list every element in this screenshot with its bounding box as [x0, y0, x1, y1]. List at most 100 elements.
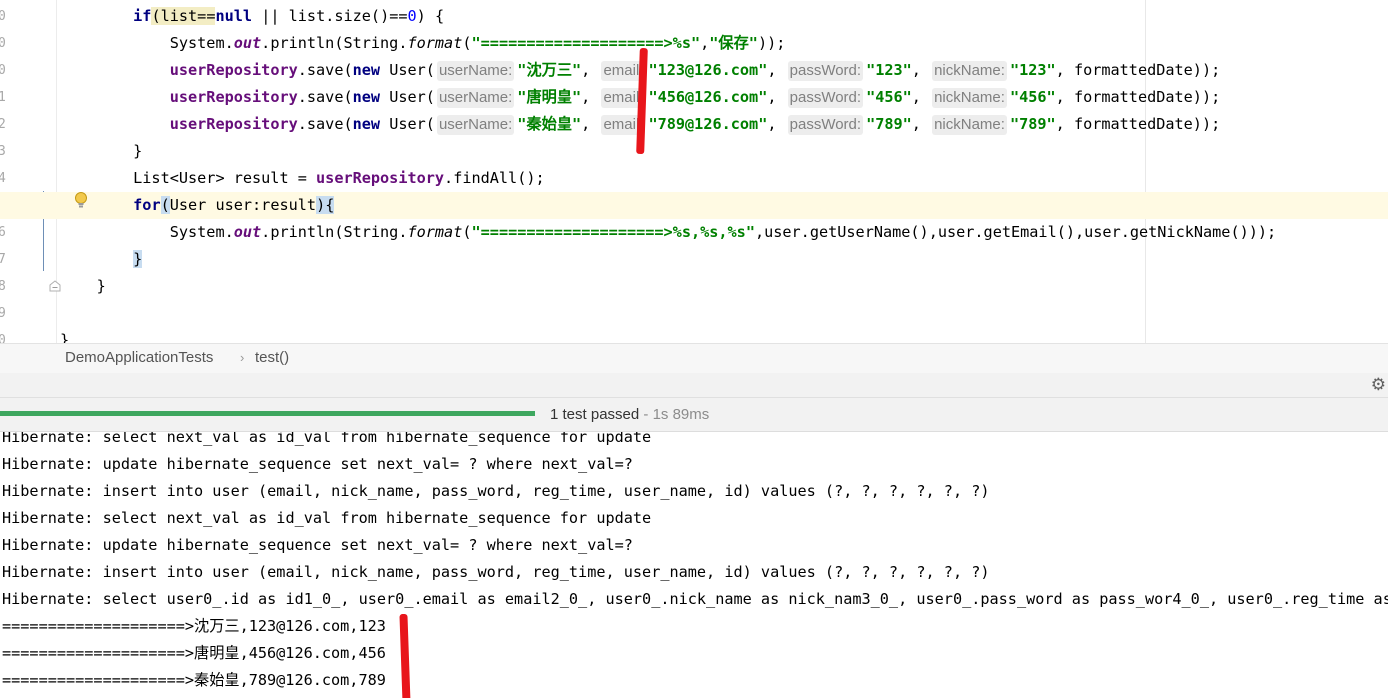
code-token: "秦始皇": [517, 115, 582, 133]
code-token: System.: [60, 223, 234, 241]
code-token: "123": [866, 61, 912, 79]
code-token: "保存": [709, 34, 758, 52]
lightbulb-icon[interactable]: [74, 191, 88, 209]
console-output[interactable]: Hibernate: select next_val as id_val fro…: [0, 432, 1388, 698]
code-token: }: [133, 250, 143, 268]
code-token: 0: [407, 7, 417, 25]
code-token: list==: [160, 7, 216, 25]
code-token: "沈万三": [517, 61, 582, 79]
code-token: System.: [60, 34, 234, 52]
code-token: "====================>%s": [471, 34, 701, 52]
code-line[interactable]: System.out.println(String.format("======…: [0, 219, 1388, 246]
code-token: "123": [1009, 61, 1056, 79]
code-token: "789": [866, 115, 912, 133]
code-token: if: [133, 7, 152, 25]
code-token: List<User> result =: [60, 169, 317, 187]
code-token: userRepository: [169, 115, 298, 133]
parameter-hint: userName:: [436, 61, 515, 81]
console-line: Hibernate: insert into user (email, nick…: [2, 563, 990, 581]
code-token: (: [151, 7, 161, 25]
code-line-text: for(User user:result){: [60, 192, 335, 219]
console-line: Hibernate: select next_val as id_val fro…: [2, 432, 652, 446]
breadcrumb-method[interactable]: test(): [255, 344, 289, 372]
breadcrumb-separator: ›: [240, 350, 245, 365]
run-toolbar: ⚙: [0, 373, 1388, 398]
code-token: "456": [1009, 88, 1056, 106]
console-line: Hibernate: select user0_.id as id1_0_, u…: [2, 590, 1388, 608]
code-line[interactable]: System.out.println(String.format("======…: [0, 30, 1388, 57]
code-line[interactable]: for(User user:result){: [0, 192, 1388, 219]
breadcrumb: DemoApplicationTests › test(): [0, 343, 1388, 374]
code-token: }: [60, 142, 143, 160]
code-token: {: [325, 196, 335, 214]
code-token: ,: [911, 88, 931, 106]
code-token: null: [215, 7, 253, 25]
code-token: ): [316, 196, 326, 214]
code-line[interactable]: userRepository.save(new User(userName: "唐…: [0, 84, 1388, 111]
code-token: ,: [581, 61, 600, 79]
test-status: 1 test passed - 1s 89ms: [550, 398, 709, 431]
code-token: format: [407, 34, 463, 52]
code-line-text: }: [60, 327, 69, 343]
test-duration: - 1s 89ms: [639, 406, 710, 423]
code-token: ));: [757, 34, 786, 52]
code-token: "====================>%s,%s,%s": [471, 223, 755, 241]
code-token: out: [233, 223, 262, 241]
console-line: ====================>秦始皇,789@126.com,789: [2, 671, 386, 689]
code-token: "789": [1009, 115, 1056, 133]
gear-icon[interactable]: ⚙: [1371, 375, 1386, 395]
test-status-bar: 1 test passed - 1s 89ms: [0, 398, 1388, 432]
test-progress-bar: [0, 411, 535, 416]
breadcrumb-class[interactable]: DemoApplicationTests: [65, 344, 213, 372]
code-line-text: }: [60, 246, 143, 273]
code-line[interactable]: userRepository.save(new User(userName: "沈…: [0, 57, 1388, 84]
code-token: userRepository: [316, 169, 445, 187]
code-line[interactable]: [0, 300, 1388, 327]
code-token: ,: [911, 61, 931, 79]
code-token: .save(: [297, 88, 353, 106]
test-progress-fill: [0, 411, 535, 416]
code-token: format: [407, 223, 463, 241]
code-token: (: [462, 34, 472, 52]
code-token: User(: [380, 115, 435, 133]
code-token: }: [60, 331, 70, 343]
code-line-text: System.out.println(String.format("======…: [60, 219, 1276, 246]
console-line: ====================>沈万三,123@126.com,123: [2, 617, 386, 635]
code-line[interactable]: }: [0, 273, 1388, 300]
code-token: .save(: [297, 61, 353, 79]
code-token: new: [352, 88, 381, 106]
code-token: ,user.getUserName(),user.getEmail(),user…: [754, 223, 1277, 241]
code-line-text: if(list==null || list.size()==0) {: [60, 3, 444, 30]
code-token: , formattedDate));: [1055, 88, 1221, 106]
code-token: .save(: [297, 115, 353, 133]
console-line: Hibernate: select next_val as id_val fro…: [2, 509, 652, 527]
console-line: ====================>唐明皇,456@126.com,456: [2, 644, 386, 662]
code-line[interactable]: }: [0, 138, 1388, 165]
code-token: , formattedDate));: [1055, 61, 1221, 79]
code-token: ,: [767, 115, 786, 133]
code-line[interactable]: userRepository.save(new User(userName: "秦…: [0, 111, 1388, 138]
parameter-hint: passWord:: [787, 88, 864, 108]
fold-marker-icon[interactable]: [48, 279, 62, 293]
code-line[interactable]: if(list==null || list.size()==0) {: [0, 3, 1388, 30]
code-token: "789@126.com": [648, 115, 768, 133]
code-line[interactable]: }: [0, 327, 1388, 343]
code-token: "456": [866, 88, 912, 106]
parameter-hint: nickName:: [932, 61, 1007, 81]
code-line[interactable]: List<User> result = userRepository.findA…: [0, 165, 1388, 192]
console-line: Hibernate: insert into user (email, nick…: [2, 482, 990, 500]
test-status-text: 1 test passed: [550, 406, 640, 423]
code-token: "456@126.com": [648, 88, 768, 106]
code-token: || list.size()==: [252, 7, 408, 25]
code-line[interactable]: }: [0, 246, 1388, 273]
code-token: "唐明皇": [517, 88, 582, 106]
parameter-hint: userName:: [436, 115, 515, 135]
code-token: (: [160, 196, 170, 214]
code-token: , formattedDate));: [1055, 115, 1221, 133]
code-token: ,: [581, 115, 600, 133]
code-editor[interactable]: 0001234567890 if(list==null || list.size…: [0, 0, 1388, 343]
parameter-hint: userName:: [436, 88, 515, 108]
code-token: userRepository: [169, 88, 298, 106]
parameter-hint: passWord:: [787, 115, 864, 135]
